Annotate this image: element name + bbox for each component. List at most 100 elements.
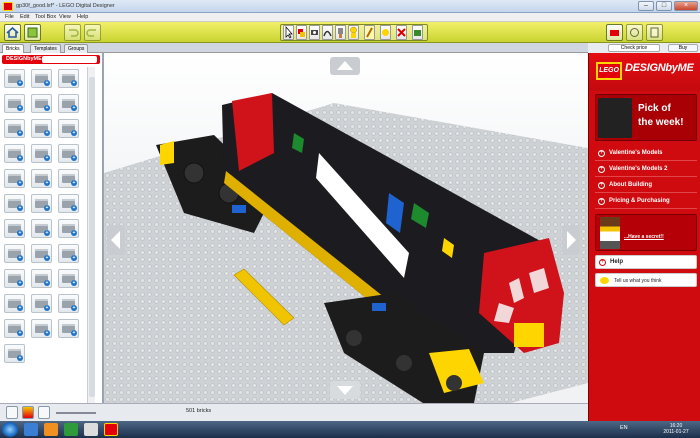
link-pricing-purchasing[interactable]: + Pricing & Purchasing bbox=[595, 195, 697, 209]
expand-icon[interactable]: + bbox=[71, 105, 77, 111]
brick-tile[interactable]: + bbox=[4, 194, 25, 213]
paint-tool[interactable] bbox=[335, 25, 346, 40]
maximize-button[interactable]: □ bbox=[656, 1, 672, 11]
expand-icon[interactable]: + bbox=[71, 280, 77, 286]
secret-banner[interactable]: ...Have a secret!! bbox=[595, 214, 697, 251]
mode-view-button[interactable] bbox=[626, 24, 643, 41]
expand-icon[interactable]: + bbox=[44, 180, 50, 186]
brick-tile[interactable]: + bbox=[58, 244, 79, 263]
secret-link[interactable]: ...Have a secret!! bbox=[624, 234, 664, 240]
brick-tile[interactable]: + bbox=[4, 119, 25, 138]
minimize-button[interactable]: – bbox=[638, 1, 654, 11]
brick-tile[interactable]: + bbox=[31, 69, 52, 88]
redo-button[interactable] bbox=[84, 24, 101, 41]
tab-bricks[interactable]: Bricks bbox=[2, 44, 24, 53]
hide-tool[interactable] bbox=[412, 25, 423, 40]
link-valentines-models-2[interactable]: + Valentine's Models 2 bbox=[595, 163, 697, 177]
brick-tile[interactable]: + bbox=[31, 194, 52, 213]
buy-tab[interactable]: Buy bbox=[668, 44, 698, 52]
brick-tile[interactable]: + bbox=[31, 244, 52, 263]
expand-icon[interactable]: + bbox=[17, 280, 23, 286]
expand-icon[interactable]: + bbox=[44, 130, 50, 136]
brick-tile[interactable]: + bbox=[4, 219, 25, 238]
brick-tile[interactable]: + bbox=[58, 69, 79, 88]
face-tool[interactable] bbox=[380, 25, 391, 40]
expand-icon[interactable]: + bbox=[17, 155, 23, 161]
system-clock[interactable]: 16:20 2011-01-27 bbox=[655, 423, 697, 435]
flex-tool[interactable] bbox=[322, 25, 333, 40]
nav-down-arrow[interactable] bbox=[330, 381, 360, 399]
brick-tile[interactable]: + bbox=[58, 219, 79, 238]
brick-tile[interactable]: + bbox=[58, 119, 79, 138]
expand-icon[interactable]: + bbox=[17, 105, 23, 111]
brick-tile[interactable]: + bbox=[4, 344, 25, 363]
palette-search-input[interactable] bbox=[42, 56, 97, 63]
check-price-tab[interactable]: Check price bbox=[608, 44, 660, 52]
language-indicator[interactable]: EN bbox=[620, 425, 628, 431]
nav-right-arrow[interactable] bbox=[562, 225, 580, 255]
expand-icon[interactable]: + bbox=[17, 205, 23, 211]
expand-icon[interactable]: + bbox=[17, 80, 23, 86]
brick-tile[interactable]: + bbox=[31, 169, 52, 188]
expand-icon[interactable]: + bbox=[44, 230, 50, 236]
palette-scrollbar[interactable] bbox=[87, 67, 95, 407]
help-button[interactable]: + Help bbox=[595, 255, 697, 269]
nav-left-arrow[interactable] bbox=[107, 225, 125, 255]
expand-icon[interactable]: + bbox=[44, 255, 50, 261]
brick-tile[interactable]: + bbox=[31, 219, 52, 238]
brick-tile[interactable]: + bbox=[31, 144, 52, 163]
brick-tile[interactable]: + bbox=[31, 269, 52, 288]
expand-icon[interactable]: + bbox=[17, 305, 23, 311]
brick-tile[interactable]: + bbox=[4, 269, 25, 288]
folder-taskbar-icon[interactable] bbox=[44, 423, 58, 436]
color-palette-button[interactable] bbox=[22, 406, 34, 419]
expand-icon[interactable]: + bbox=[17, 330, 23, 336]
undo-button[interactable] bbox=[64, 24, 81, 41]
brick-tile[interactable]: + bbox=[58, 144, 79, 163]
build-viewport[interactable] bbox=[104, 53, 588, 410]
new-button[interactable] bbox=[24, 24, 41, 41]
home-button[interactable] bbox=[4, 24, 21, 41]
link-about-building[interactable]: + About Building bbox=[595, 179, 697, 193]
clone-tool[interactable] bbox=[296, 25, 307, 40]
expand-icon[interactable]: + bbox=[44, 330, 50, 336]
expand-icon[interactable]: + bbox=[17, 180, 23, 186]
expand-icon[interactable]: + bbox=[44, 155, 50, 161]
explorer-taskbar-icon[interactable] bbox=[24, 423, 38, 436]
brick-tile[interactable]: + bbox=[4, 144, 25, 163]
brick-tile[interactable]: + bbox=[58, 294, 79, 313]
expand-icon[interactable]: + bbox=[17, 255, 23, 261]
scrollbar-thumb[interactable] bbox=[89, 77, 95, 397]
expand-icon[interactable]: + bbox=[71, 305, 77, 311]
link-valentines-models[interactable]: + Valentine's Models bbox=[595, 147, 697, 161]
delete-tool[interactable] bbox=[396, 25, 407, 40]
brick-tile[interactable]: + bbox=[4, 169, 25, 188]
mode-instructions-button[interactable] bbox=[646, 24, 663, 41]
zoom-slider[interactable] bbox=[56, 412, 96, 414]
expand-icon[interactable]: + bbox=[17, 355, 23, 361]
brick-tile[interactable]: + bbox=[4, 319, 25, 338]
tab-groups[interactable]: Groups bbox=[64, 44, 89, 53]
expand-icon[interactable]: + bbox=[17, 230, 23, 236]
app-taskbar-icon[interactable] bbox=[84, 423, 98, 436]
brick-tile[interactable]: + bbox=[58, 194, 79, 213]
brick-tile[interactable]: + bbox=[4, 69, 25, 88]
brick-tile[interactable]: + bbox=[31, 319, 52, 338]
menu-view[interactable]: View bbox=[59, 14, 71, 20]
brick-tile[interactable]: + bbox=[31, 119, 52, 138]
lego-taskbar-icon[interactable] bbox=[104, 423, 118, 436]
menu-file[interactable]: File bbox=[5, 14, 14, 20]
group-button[interactable] bbox=[38, 406, 50, 419]
menu-edit[interactable]: Edit bbox=[20, 14, 29, 20]
expand-icon[interactable]: + bbox=[71, 180, 77, 186]
menu-toolbox[interactable]: Tool Box bbox=[35, 14, 56, 20]
select-tool[interactable] bbox=[283, 25, 294, 40]
feedback-button[interactable]: Tell us what you think bbox=[595, 273, 697, 287]
expand-icon[interactable]: + bbox=[71, 205, 77, 211]
expand-icon[interactable]: + bbox=[17, 130, 23, 136]
brick-tile[interactable]: + bbox=[58, 319, 79, 338]
brick-tile[interactable]: + bbox=[31, 94, 52, 113]
expand-icon[interactable]: + bbox=[71, 255, 77, 261]
start-button[interactable] bbox=[2, 422, 18, 437]
menu-help[interactable]: Help bbox=[77, 14, 88, 20]
